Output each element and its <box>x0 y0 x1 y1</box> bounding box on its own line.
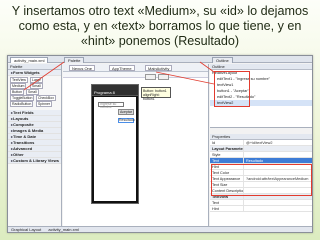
alignment-tooltip: Button: button1 alignRight: button1 <box>141 87 171 101</box>
name-edittext[interactable]: Ingrese su nombre <box>98 102 124 109</box>
property-key: Id <box>210 140 244 145</box>
accept-button[interactable]: Aceptar <box>118 109 134 115</box>
tab-xml-source[interactable]: activity_main.xml <box>48 227 78 233</box>
outline-highlight-box <box>214 71 250 107</box>
tab-activity-main[interactable]: activity_main.xml <box>10 57 49 63</box>
layout-editor: Nexus One AppTheme MainActivity Programa… <box>63 64 209 226</box>
property-value <box>244 146 312 151</box>
device-selector[interactable]: Nexus One <box>69 65 96 71</box>
app-title-bar: Programa 8 <box>92 90 138 96</box>
editor-subtoolbar <box>63 72 208 78</box>
activity-selector[interactable]: MainActivity <box>145 65 173 71</box>
editor-tab-bar: activity_main.xml Palette Outline <box>8 56 312 63</box>
property-key: Style <box>210 152 244 157</box>
widget-radiobutton[interactable]: RadioButton <box>10 101 34 107</box>
property-row[interactable]: Hint <box>210 206 312 212</box>
tab-palette[interactable]: Palette <box>64 57 85 63</box>
result-textview[interactable]: Resultado <box>118 118 135 123</box>
property-value[interactable]: @+id/textView2 <box>244 140 312 145</box>
property-key: Hint <box>210 206 244 211</box>
device-preview: Programa 8 Ingrese su nombre Aceptar Res… <box>91 84 139 204</box>
properties-highlight-box <box>211 164 312 196</box>
right-panels: Outline RelativeLayout editText1 - "Ingr… <box>210 64 312 226</box>
layout-action-button[interactable] <box>145 74 156 80</box>
tab-graphical-layout[interactable]: Graphical Layout <box>11 227 41 233</box>
property-value[interactable] <box>244 200 312 205</box>
form-widgets-grid: TextView Large Medium Small Button Small… <box>8 76 61 110</box>
property-value[interactable]: Resultado <box>244 158 312 163</box>
outline-panel: Outline RelativeLayout editText1 - "Ingr… <box>210 64 312 128</box>
property-key: Text <box>210 200 244 205</box>
theme-selector[interactable]: AppTheme <box>109 65 135 71</box>
device-screen: Ingrese su nombre Aceptar Resultado <box>94 97 136 201</box>
layout-action-button[interactable] <box>158 74 170 80</box>
property-key: Text <box>210 158 244 163</box>
palette-section-custom-views[interactable]: Custom & Library Views <box>8 158 61 164</box>
palette-panel: Palette Form Widgets TextView Large Medi… <box>8 64 62 226</box>
property-value[interactable] <box>244 206 312 211</box>
property-key: Layout Parameters <box>212 146 244 151</box>
eclipse-window: activity_main.xml Palette Outline Palett… <box>7 55 313 233</box>
tab-outline[interactable]: Outline <box>212 57 233 63</box>
slide-caption: Y insertamos otro text «Medium», su «id»… <box>11 4 309 48</box>
widget-spinner[interactable]: Spinner <box>36 101 53 107</box>
layout-action-buttons <box>145 74 170 81</box>
editor-toolbar: Nexus One AppTheme MainActivity <box>63 64 208 72</box>
editor-status-bar: Graphical Layout activity_main.xml <box>8 226 312 232</box>
properties-panel: Properties Id @+id/textView2 Layout Param… <box>210 134 312 226</box>
property-value[interactable] <box>244 152 312 157</box>
